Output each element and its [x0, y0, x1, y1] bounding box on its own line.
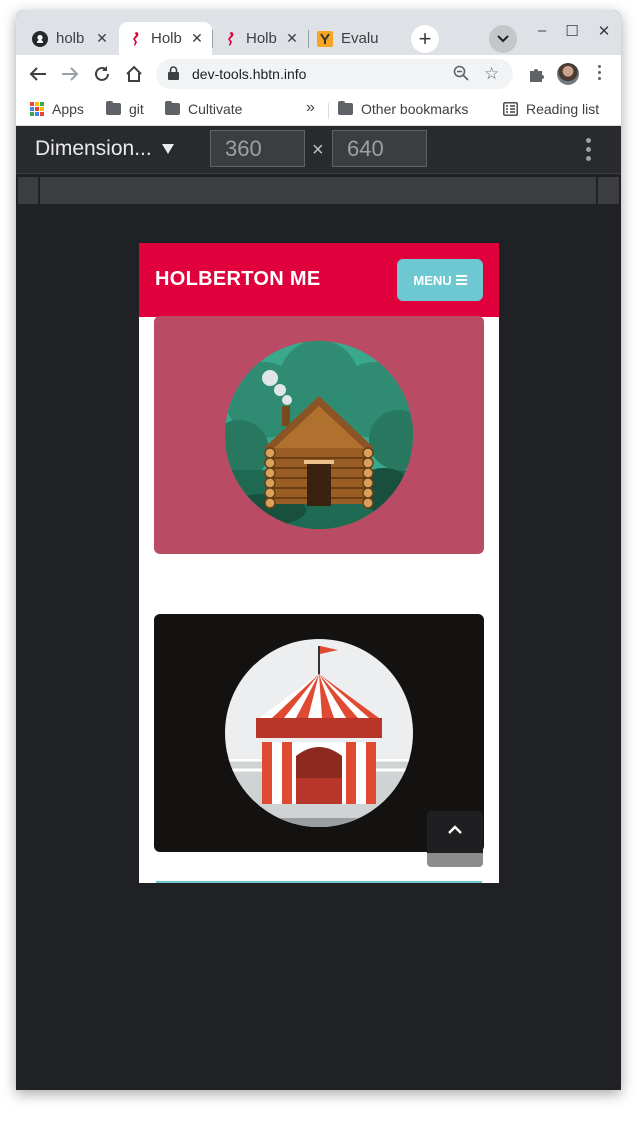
bookmarks-overflow[interactable]: »: [306, 99, 315, 117]
home-button[interactable]: [122, 62, 146, 86]
tab-search-button[interactable]: [489, 25, 517, 53]
minimize-button[interactable]: –: [532, 22, 552, 39]
log-cabin-illustration: [225, 341, 413, 529]
project-card-next[interactable]: [156, 881, 482, 883]
apps-grid-icon: [30, 102, 44, 116]
project-card-cabin[interactable]: [154, 316, 484, 554]
close-tab-icon[interactable]: ✕: [190, 30, 204, 47]
browser-window: holb ✕ Holb ✕ Holb ✕ Evalu + – ☐ ✕ dev-t…: [16, 10, 621, 1090]
puzzle-icon: [529, 68, 544, 82]
holberton-seahorse-icon: [127, 31, 143, 47]
device-options-icon[interactable]: [586, 138, 591, 165]
reload-icon: [95, 66, 109, 81]
media-query-ruler[interactable]: [18, 176, 619, 205]
extensions-button[interactable]: [524, 62, 548, 86]
address-bar[interactable]: dev-tools.hbtn.info ☆: [156, 59, 513, 89]
circus-tent-illustration: [225, 639, 413, 827]
bookmarks-divider: [328, 103, 329, 119]
tab-holberton-active[interactable]: Holb ✕: [119, 22, 212, 55]
home-icon: [126, 65, 142, 82]
folder-icon: [106, 101, 121, 115]
new-tab-button[interactable]: +: [411, 25, 439, 53]
tab-separator: [212, 30, 213, 48]
tab-holberton[interactable]: Holb ✕: [214, 22, 307, 55]
close-tab-icon[interactable]: ✕: [285, 30, 299, 47]
caret-down-icon: [161, 144, 174, 154]
site-brand[interactable]: HOLBERTON ME: [155, 268, 320, 291]
bookmark-star-icon[interactable]: ☆: [484, 64, 499, 84]
bookmark-cultivate[interactable]: Cultivate: [165, 101, 242, 117]
address-text: dev-tools.hbtn.info: [192, 66, 307, 82]
forward-button[interactable]: [58, 62, 82, 86]
close-window-button[interactable]: ✕: [594, 22, 614, 40]
maximize-button[interactable]: ☐: [562, 22, 582, 40]
chevron-down-icon: [497, 35, 509, 43]
mobile-viewport: HOLBERTON ME MENU: [139, 243, 499, 883]
folder-icon: [165, 101, 180, 115]
tab-strip: holb ✕ Holb ✕ Holb ✕ Evalu + – ☐ ✕: [16, 10, 621, 55]
bookmark-other[interactable]: Other bookmarks: [338, 101, 468, 117]
chevron-up-icon: [448, 825, 462, 834]
zoom-icon[interactable]: [453, 65, 469, 86]
back-to-top-button[interactable]: [427, 811, 483, 867]
device-select[interactable]: Dimension...: [35, 137, 174, 161]
viewport-width-input[interactable]: [210, 130, 305, 167]
ruler-marker: [596, 177, 598, 205]
browser-menu-icon[interactable]: [598, 65, 602, 83]
reading-list-icon: [503, 102, 518, 116]
folder-icon: [338, 101, 353, 115]
device-toolbar: Dimension... ×: [16, 126, 621, 174]
reading-list-button[interactable]: Reading list: [503, 101, 599, 117]
y-combinator-icon: [317, 30, 333, 47]
hamburger-icon: [455, 273, 467, 287]
arrow-right-icon: [62, 67, 79, 81]
close-tab-icon[interactable]: ✕: [95, 30, 109, 47]
dimension-times: ×: [312, 139, 324, 161]
menu-button[interactable]: MENU: [397, 259, 483, 301]
bookmark-git[interactable]: git: [106, 101, 144, 117]
tab-github[interactable]: holb ✕: [24, 22, 117, 55]
viewport-height-input[interactable]: [332, 130, 427, 167]
arrow-left-icon: [29, 67, 46, 81]
holberton-seahorse-icon: [222, 31, 238, 47]
github-icon: [32, 30, 48, 47]
profile-avatar[interactable]: [557, 63, 579, 85]
site-header: HOLBERTON ME MENU: [139, 243, 499, 317]
ruler-marker: [38, 177, 40, 205]
bookmarks-bar: Apps git Cultivate » Other bookmarks Rea…: [16, 94, 621, 126]
browser-toolbar: dev-tools.hbtn.info ☆: [16, 55, 621, 94]
reload-button[interactable]: [90, 62, 114, 86]
tab-evaluation[interactable]: Evalu: [309, 22, 402, 55]
lock-icon: [168, 66, 179, 85]
back-button[interactable]: [26, 62, 50, 86]
bookmark-apps[interactable]: Apps: [30, 101, 84, 117]
